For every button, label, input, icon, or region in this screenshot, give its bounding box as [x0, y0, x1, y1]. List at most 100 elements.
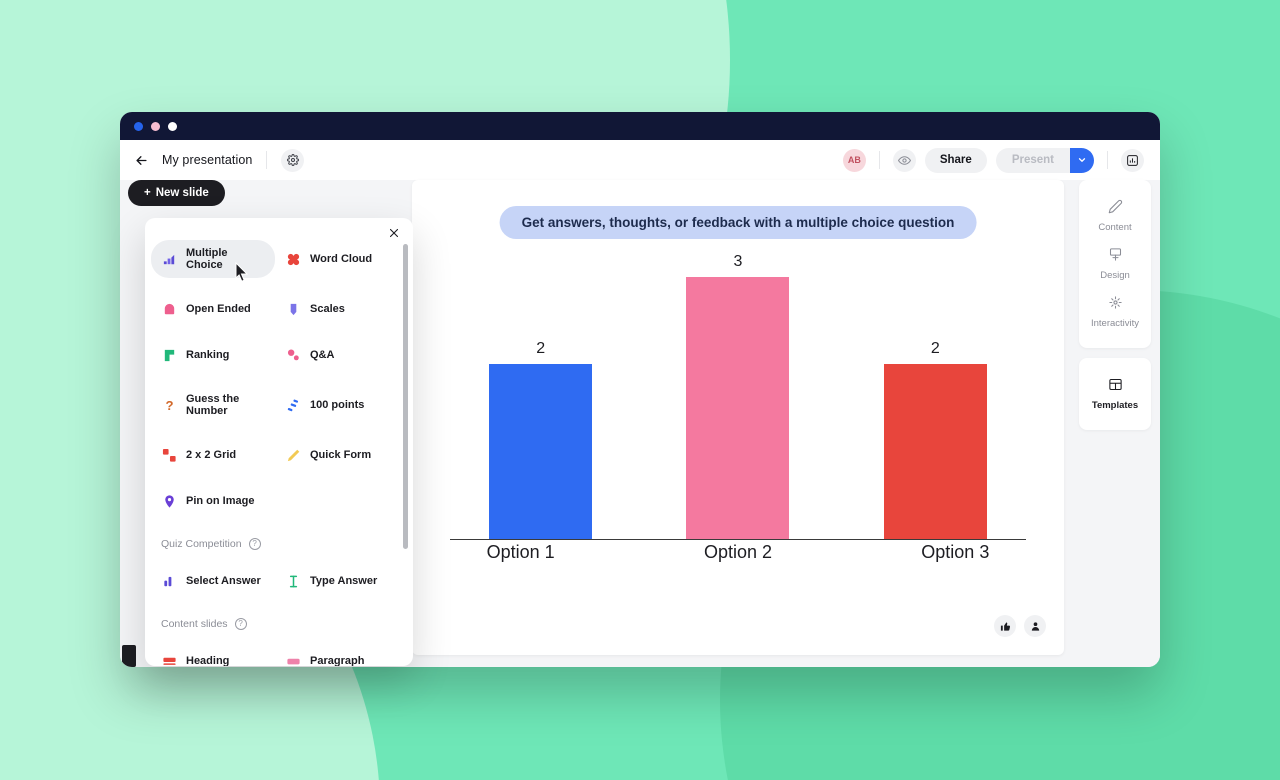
rail-label: Interactivity [1090, 318, 1140, 329]
hundred-points-icon [285, 397, 301, 413]
section-title: Quiz Competition [161, 538, 242, 550]
x-axis-label: Option 1 [486, 542, 555, 562]
gear-icon[interactable] [281, 148, 305, 172]
window-dot-close[interactable] [134, 121, 143, 131]
bar-option-2[interactable] [686, 276, 790, 539]
pencil-icon [1108, 199, 1123, 219]
help-icon[interactable]: ? [234, 618, 247, 630]
menu-scrollbar[interactable] [403, 244, 408, 549]
map-pin-icon [161, 493, 177, 509]
menu-item-label: Multiple Choice [186, 247, 228, 271]
scales-icon [285, 301, 301, 317]
menu-item-label: Paragraph [310, 655, 365, 666]
menu-item-heading[interactable]: Heading [151, 646, 275, 666]
bar-value-label: 2 [536, 339, 546, 357]
window-dot-minimize[interactable] [151, 121, 160, 131]
grid-icon [161, 447, 177, 463]
menu-item-100-points[interactable]: 100 points [275, 386, 399, 424]
present-button-group: Present [995, 147, 1094, 173]
chevron-down-icon[interactable] [1070, 147, 1094, 173]
canvas-action-group [994, 615, 1046, 637]
word-cloud-icon [285, 251, 301, 267]
interactivity-icon [1108, 295, 1123, 315]
rail-item-content[interactable]: Content [1079, 192, 1151, 240]
menu-item-label: Word Cloud [310, 253, 373, 265]
window-dot-maximize[interactable] [168, 121, 177, 131]
ranking-icon [161, 347, 177, 363]
menu-item-qa[interactable]: Q&A [275, 340, 399, 370]
menu-item-open-ended[interactable]: Open Ended [151, 294, 275, 324]
menu-item-scales[interactable]: Scales [275, 294, 399, 324]
chart-axis-line [450, 538, 1026, 540]
x-axis-label: Option 2 [703, 542, 772, 562]
bar-chart-icon[interactable] [1121, 148, 1144, 172]
question-text[interactable]: Get answers, thoughts, or feedback with … [499, 206, 977, 239]
menu-item-2x2-grid[interactable]: 2 x 2 Grid [151, 440, 275, 470]
menu-item-label: 2 x 2 Grid [186, 449, 237, 461]
present-button[interactable]: Present [995, 147, 1070, 173]
heading-icon [161, 653, 177, 666]
rail-label: Design [1100, 270, 1130, 281]
svg-text:?: ? [165, 398, 173, 413]
rail-label: Templates [1091, 400, 1139, 411]
x-axis-label: Option 3 [921, 542, 990, 562]
templates-grid-icon [1108, 377, 1123, 397]
menu-item-multiple-choice[interactable]: Multiple Choice [151, 240, 275, 278]
section-header-quiz-competition: Quiz Competition ? [151, 532, 399, 550]
share-button[interactable]: Share [924, 147, 987, 173]
open-ended-icon [161, 301, 177, 317]
toolbar-divider-2 [878, 151, 880, 169]
document-title[interactable]: My presentation [162, 153, 252, 167]
new-slide-label: New slide [155, 187, 209, 199]
menu-item-pin-on-image[interactable]: Pin on Image [151, 486, 275, 516]
avatar[interactable]: AB [842, 148, 866, 172]
menu-grid-spacer [275, 486, 399, 516]
multiple-choice-icon [161, 251, 177, 267]
rail-card-tools: Content Design Interactivity [1079, 180, 1151, 348]
bar-column: 2 [875, 250, 995, 539]
menu-item-label: Open Ended [186, 303, 251, 315]
rail-item-interactivity[interactable]: Interactivity [1079, 288, 1151, 336]
back-arrow-icon[interactable] [130, 149, 152, 171]
person-icon[interactable] [1024, 615, 1046, 637]
pencil-icon [285, 447, 301, 463]
menu-item-select-answer[interactable]: Select Answer [151, 566, 275, 596]
menu-item-label: Select Answer [186, 575, 261, 587]
menu-item-label: Q&A [310, 349, 335, 361]
toolbar-divider [266, 151, 268, 169]
bar-column: 2 [481, 250, 601, 539]
window-titlebar [120, 112, 1160, 140]
slide-canvas[interactable]: Get answers, thoughts, or feedback with … [412, 180, 1064, 655]
menu-item-label: Guess the Number [186, 393, 240, 417]
paragraph-icon [285, 653, 301, 666]
menu-item-label: Heading [186, 655, 230, 666]
rail-card-templates[interactable]: Templates [1079, 358, 1151, 430]
menu-item-word-cloud[interactable]: Word Cloud [275, 240, 399, 278]
eye-icon[interactable] [892, 148, 916, 172]
menu-item-guess-the-number[interactable]: ? Guess the Number [151, 386, 275, 424]
bar-value-label: 3 [733, 252, 743, 270]
bar-option-3[interactable] [883, 363, 987, 539]
select-answer-icon [161, 573, 177, 589]
bar-option-1[interactable] [489, 363, 593, 539]
menu-item-quick-form[interactable]: Quick Form [275, 440, 399, 470]
new-slide-button[interactable]: + New slide [128, 180, 225, 206]
menu-item-ranking[interactable]: Ranking [151, 340, 275, 370]
menu-item-paragraph[interactable]: Paragraph [275, 646, 399, 666]
toolbar-left-group: My presentation [130, 148, 305, 172]
menu-item-label: Ranking [186, 349, 230, 361]
rail-item-design[interactable]: Design [1079, 240, 1151, 288]
bar-value-label: 2 [930, 339, 940, 357]
thumbs-up-icon[interactable] [994, 615, 1016, 637]
slide-thumbnail-peek[interactable] [122, 645, 136, 667]
help-icon[interactable]: ? [248, 538, 261, 550]
question-mark-icon: ? [161, 397, 177, 413]
design-icon [1108, 247, 1123, 267]
new-slide-plus-icon: + [144, 187, 151, 199]
chart-bars: 2 3 2 [442, 250, 1034, 539]
app-toolbar: My presentation AB Share Present [120, 140, 1160, 180]
slide-type-menu: Multiple Choice Word Cloud Open Ended Sc… [145, 218, 413, 666]
menu-item-label: Quick Form [310, 449, 372, 461]
rail-item-templates[interactable]: Templates [1079, 370, 1151, 418]
menu-item-type-answer[interactable]: Type Answer [275, 566, 399, 596]
